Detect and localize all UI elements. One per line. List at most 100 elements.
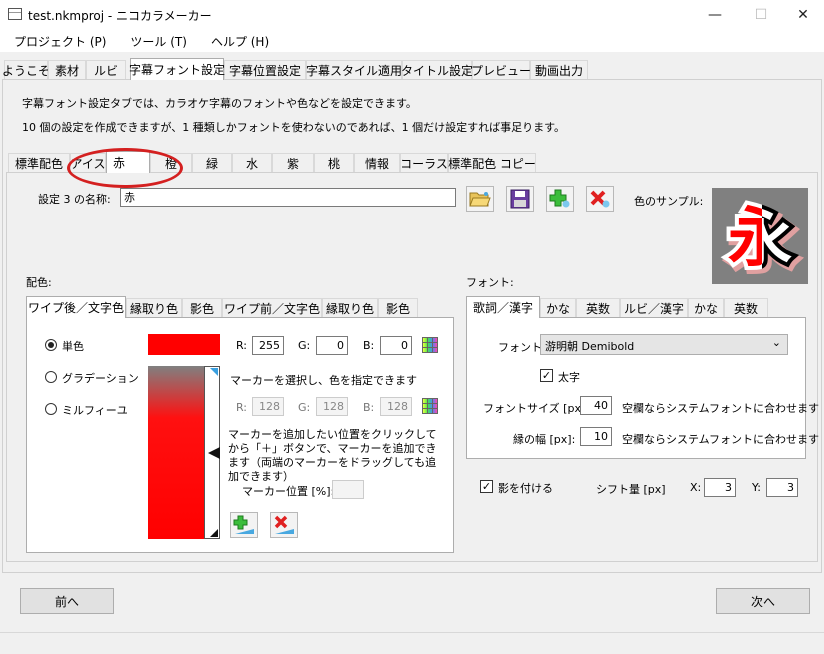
font-tab-lyrics-alnum[interactable]: 英数 — [576, 298, 620, 318]
gradient-preview[interactable] — [148, 366, 204, 539]
menu-help[interactable]: ヘルプ (H) — [197, 30, 279, 52]
setting-tab-green[interactable]: 緑 — [192, 153, 232, 173]
maximize-button[interactable]: ☐ — [738, 0, 784, 30]
marker-bottom-handle[interactable] — [210, 529, 218, 537]
color-tab-after-shadow[interactable]: 影色 — [182, 298, 222, 318]
remove-marker-button[interactable] — [270, 512, 298, 538]
gradient-marker-track[interactable] — [204, 366, 220, 539]
tab-title-settings[interactable]: タイトル設定 — [401, 60, 473, 80]
delete-setting-button[interactable] — [586, 186, 614, 212]
marker-r-input[interactable]: 128 — [252, 397, 284, 416]
marker-top-handle[interactable] — [210, 368, 218, 376]
setting-tab-info[interactable]: 情報 — [354, 153, 400, 173]
name-input[interactable]: 赤 — [120, 188, 456, 207]
marker-b-input[interactable]: 128 — [380, 397, 412, 416]
setting-tab-red[interactable]: 赤 — [106, 151, 150, 173]
setting-tab-aqua[interactable]: 水 — [232, 153, 272, 173]
next-button[interactable]: 次へ — [716, 588, 810, 614]
marker-g-label: G: — [298, 401, 311, 414]
font-tab-ruby-alnum[interactable]: 英数 — [724, 298, 768, 318]
radio-mille-label: ミルフィーユ — [62, 404, 128, 417]
menu-tools[interactable]: ツール (T) — [116, 30, 197, 52]
font-tab-ruby-kanji[interactable]: ルビ／漢字 — [620, 298, 688, 318]
color-tab-before-text[interactable]: ワイプ前／文字色 — [222, 298, 322, 318]
color-sample-label: 色のサンプル: — [634, 195, 704, 208]
shift-x-label: X: — [690, 481, 702, 494]
shift-y-input[interactable]: 3 — [766, 478, 798, 497]
add-marker-icon — [233, 515, 254, 534]
save-button[interactable] — [506, 186, 534, 212]
sample-glyph: 永 永 永 — [724, 197, 800, 284]
font-tab-lyrics-kanji[interactable]: 歌詞／漢字 — [466, 296, 540, 318]
tab-welcome[interactable]: ようこそ — [2, 60, 50, 80]
remove-marker-icon — [274, 515, 294, 534]
color-tab-before-shadow[interactable]: 影色 — [378, 298, 418, 318]
color-tab-before-edge[interactable]: 縁取り色 — [322, 298, 378, 318]
marker-g-input[interactable]: 128 — [316, 397, 348, 416]
tab-video-output[interactable]: 動画出力 — [530, 60, 588, 80]
setting-tab-orange[interactable]: 橙 — [150, 153, 192, 173]
b-label: B: — [363, 339, 375, 352]
edge-width-label: 縁の幅 [px]: — [513, 433, 576, 446]
add-icon — [549, 189, 570, 208]
edge-width-hint: 空欄ならシステムフォントに合わせます — [622, 433, 820, 446]
tab-subtitle-style[interactable]: 字幕スタイル適用 — [306, 60, 402, 80]
setting-tab-purple[interactable]: 紫 — [272, 153, 314, 173]
radio-mille[interactable] — [45, 403, 57, 415]
font-size-input[interactable]: 40 — [580, 396, 612, 415]
setting-tab-pink[interactable]: 桃 — [314, 153, 354, 173]
add-marker-button[interactable] — [230, 512, 258, 538]
g-input[interactable]: 0 — [316, 336, 348, 355]
shift-label: シフト量 [px] — [596, 483, 666, 496]
g-label: G: — [298, 339, 311, 352]
color-tab-after-edge[interactable]: 縁取り色 — [126, 298, 182, 318]
prev-button[interactable]: 前へ — [20, 588, 114, 614]
marker-pos-input[interactable] — [332, 480, 364, 499]
single-color-swatch[interactable] — [148, 334, 220, 355]
font-label: フォント: — [498, 341, 546, 354]
close-button[interactable]: ✕ — [780, 0, 824, 30]
marker-palette-icon[interactable] — [422, 398, 438, 414]
setting-tab-ice[interactable]: アイス — [70, 153, 106, 173]
palette-icon[interactable] — [422, 337, 438, 353]
shadow-label: 影を付ける — [498, 482, 553, 495]
color-tab-after-text[interactable]: ワイプ後／文字色 — [26, 296, 126, 318]
chevron-down-icon: ⌄ — [771, 336, 781, 349]
setting-tab-standard[interactable]: 標準配色 — [8, 153, 70, 173]
radio-single[interactable] — [45, 339, 57, 351]
marker-middle-handle[interactable] — [208, 447, 220, 459]
add-marker-hint: マーカーを追加したい位置をクリックしてから「＋」ボタンで、マーカーを追加できます… — [228, 428, 437, 483]
tab-material[interactable]: 素材 — [48, 60, 86, 80]
font-tab-ruby-kana[interactable]: かな — [688, 298, 724, 318]
setting-tab-chorus[interactable]: コーラス — [400, 153, 448, 173]
b-input[interactable]: 0 — [380, 336, 412, 355]
shift-y-label: Y: — [752, 481, 761, 494]
delete-icon — [590, 190, 610, 208]
setting-tab-standard-copy[interactable]: 標準配色 コピー — [448, 153, 536, 173]
tab-preview[interactable]: プレビュー — [471, 60, 531, 80]
r-input[interactable]: 255 — [252, 336, 284, 355]
radio-gradient-label: グラデーション — [62, 372, 139, 385]
status-bar — [0, 632, 824, 654]
edge-width-input[interactable]: 10 — [580, 427, 612, 446]
font-select[interactable]: 游明朝 Demibold ⌄ — [540, 334, 788, 355]
font-tab-lyrics-kana[interactable]: かな — [540, 298, 576, 318]
app-icon — [8, 8, 22, 20]
save-disk-icon — [510, 189, 530, 209]
tab-ruby[interactable]: ルビ — [86, 60, 126, 80]
tab-subtitle-font[interactable]: 字幕フォント設定 — [129, 58, 225, 80]
marker-hint: マーカーを選択し、色を指定できます — [230, 374, 417, 387]
radio-gradient[interactable] — [45, 371, 57, 383]
open-button[interactable] — [466, 186, 494, 212]
tab-subtitle-position[interactable]: 字幕位置設定 — [224, 60, 306, 80]
open-folder-icon — [469, 192, 491, 207]
bold-checkbox[interactable]: ✓ — [540, 369, 553, 382]
shift-x-input[interactable]: 3 — [704, 478, 736, 497]
marker-pos-label: マーカー位置 [%]: — [242, 485, 335, 498]
shadow-checkbox[interactable]: ✓ — [480, 480, 493, 493]
minimize-button[interactable]: — — [692, 0, 738, 30]
add-setting-button[interactable] — [546, 186, 574, 212]
radio-single-label: 単色 — [62, 340, 84, 353]
marker-r-label: R: — [236, 401, 248, 414]
menu-project[interactable]: プロジェクト (P) — [0, 30, 116, 52]
